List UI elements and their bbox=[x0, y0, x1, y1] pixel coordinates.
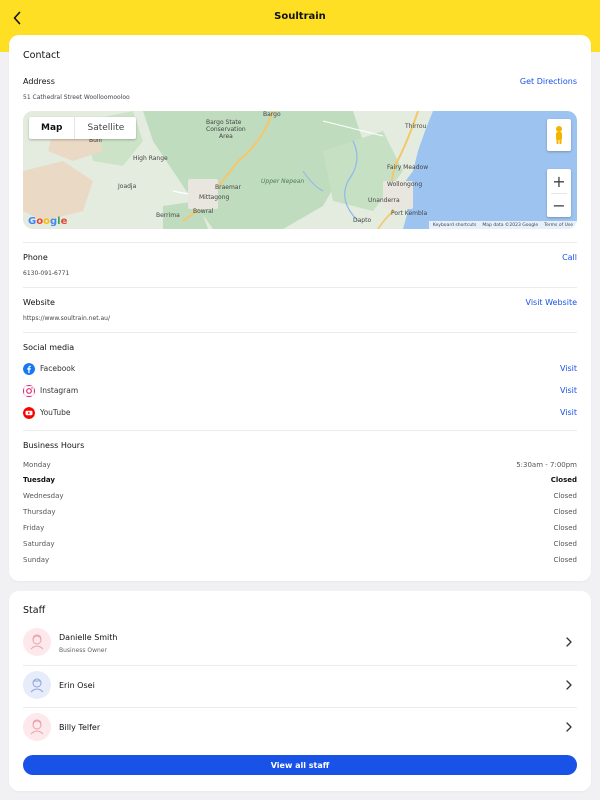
hours-day: Tuesday bbox=[23, 476, 55, 484]
map-place: Fairy Meadow bbox=[387, 164, 429, 171]
zoom-controls: + − bbox=[547, 169, 571, 217]
map-place: High Range bbox=[133, 155, 168, 162]
hours-value: Closed bbox=[550, 476, 577, 484]
divider bbox=[23, 332, 577, 333]
chevron-right-icon bbox=[566, 637, 572, 647]
zoom-out-button[interactable]: − bbox=[547, 193, 571, 217]
social-name-instagram: Instagram bbox=[40, 386, 79, 395]
hours-value: Closed bbox=[553, 508, 577, 516]
map-place: Area bbox=[219, 133, 233, 140]
user-female-icon bbox=[30, 634, 44, 650]
youtube-visit-link[interactable]: Visit bbox=[560, 408, 577, 417]
hours-value: Closed bbox=[553, 524, 577, 532]
facebook-visit-link[interactable]: Visit bbox=[560, 364, 577, 373]
staff-section-title: Staff bbox=[23, 605, 46, 616]
business-hours-label: Business Hours bbox=[23, 441, 85, 450]
avatar bbox=[23, 713, 51, 741]
map-place: Mittagong bbox=[199, 194, 230, 201]
street-view-button[interactable] bbox=[547, 119, 571, 151]
map-place: Port Kembla bbox=[391, 210, 428, 217]
map-tab-satellite[interactable]: Satellite bbox=[74, 117, 136, 139]
website-label: Website bbox=[23, 298, 55, 307]
hours-row: Thursday Closed bbox=[23, 508, 577, 520]
map-place: Thirrou bbox=[405, 123, 427, 130]
youtube-icon bbox=[23, 407, 35, 419]
hours-row: Saturday Closed bbox=[23, 540, 577, 552]
hours-day: Saturday bbox=[23, 540, 55, 548]
map-type-toggle: Map Satellite bbox=[29, 117, 137, 139]
staff-row[interactable]: Danielle Smith Business Owner bbox=[23, 622, 577, 664]
terms-link[interactable]: Terms of Use bbox=[544, 223, 573, 228]
map-place: Bargo bbox=[263, 111, 281, 118]
map-place: Wollongong bbox=[387, 181, 423, 188]
instagram-icon bbox=[23, 385, 35, 397]
staff-role: Business Owner bbox=[59, 647, 107, 654]
divider bbox=[23, 287, 577, 288]
hours-day: Monday bbox=[23, 461, 51, 469]
pegman-icon bbox=[556, 126, 562, 144]
staff-name: Erin Osei bbox=[59, 681, 95, 690]
instagram-visit-link[interactable]: Visit bbox=[560, 386, 577, 395]
social-name-facebook: Facebook bbox=[40, 364, 76, 373]
divider bbox=[23, 242, 577, 243]
map-place: Joadja bbox=[118, 183, 137, 190]
staff-row[interactable]: Erin Osei bbox=[23, 665, 577, 707]
map-place: Dapto bbox=[353, 217, 372, 224]
hours-day: Friday bbox=[23, 524, 45, 532]
staff-name: Danielle Smith bbox=[59, 633, 118, 642]
page-title: Soultrain bbox=[274, 11, 326, 22]
staff-card: Staff Danielle Smith Business Owner Erin… bbox=[9, 591, 591, 791]
map-place: Berrima bbox=[156, 212, 180, 219]
user-male-icon bbox=[30, 678, 44, 693]
social-media-label: Social media bbox=[23, 343, 75, 352]
user-female-icon bbox=[30, 719, 44, 735]
map-place: Conservation bbox=[206, 126, 246, 133]
map-place: Bargo State bbox=[206, 119, 242, 126]
hours-row: Monday 5:30am - 7:00pm bbox=[23, 461, 577, 473]
phone-label: Phone bbox=[23, 253, 48, 262]
hours-value: Closed bbox=[553, 540, 577, 548]
hours-day: Wednesday bbox=[23, 492, 64, 500]
website-value: https://www.soultrain.net.au/ bbox=[23, 315, 110, 322]
hours-day: Sunday bbox=[23, 556, 50, 564]
hours-row-today: Tuesday Closed bbox=[23, 476, 577, 488]
map-place: Upper Nepean bbox=[261, 178, 305, 185]
call-link[interactable]: Call bbox=[562, 253, 577, 262]
avatar bbox=[23, 671, 51, 699]
google-logo: Google bbox=[28, 216, 68, 227]
map-place: Unanderra bbox=[368, 197, 400, 204]
phone-value: 6130-091-6771 bbox=[23, 270, 70, 277]
view-all-staff-button[interactable]: View all staff bbox=[23, 755, 577, 775]
divider bbox=[23, 430, 577, 431]
location-map[interactable]: Bargo State Conservation Area Bargo Thir… bbox=[23, 111, 577, 229]
avatar bbox=[23, 628, 51, 656]
chevron-right-icon bbox=[566, 722, 572, 732]
address-value: 51 Cathedral Street Woolloomooloo bbox=[23, 94, 130, 101]
facebook-icon bbox=[23, 363, 35, 375]
chevron-right-icon bbox=[566, 680, 572, 690]
staff-row[interactable]: Billy Telfer bbox=[23, 707, 577, 749]
hours-row: Wednesday Closed bbox=[23, 492, 577, 504]
keyboard-shortcuts-link[interactable]: Keyboard shortcuts bbox=[433, 223, 477, 228]
map-attribution: Keyboard shortcuts Map data ©2023 Google… bbox=[428, 221, 577, 229]
social-name-youtube: YouTube bbox=[40, 408, 71, 417]
visit-website-link[interactable]: Visit Website bbox=[526, 298, 577, 307]
hours-row: Friday Closed bbox=[23, 524, 577, 536]
hours-day: Thursday bbox=[23, 508, 56, 516]
map-place: Braemar bbox=[215, 184, 241, 191]
staff-name: Billy Telfer bbox=[59, 723, 101, 732]
map-tab-map[interactable]: Map bbox=[29, 117, 74, 139]
hours-row: Sunday Closed bbox=[23, 556, 577, 568]
address-label: Address bbox=[23, 77, 55, 86]
map-place: Bowral bbox=[193, 208, 214, 215]
hours-value: 5:30am - 7:00pm bbox=[516, 461, 577, 469]
contact-section-title: Contact bbox=[23, 50, 60, 61]
hours-value: Closed bbox=[553, 492, 577, 500]
contact-card: Contact Address Get Directions 51 Cathed… bbox=[9, 35, 591, 581]
hours-value: Closed bbox=[553, 556, 577, 564]
map-data-text: Map data ©2023 Google bbox=[482, 222, 539, 228]
get-directions-link[interactable]: Get Directions bbox=[520, 77, 577, 86]
zoom-in-button[interactable]: + bbox=[547, 169, 571, 193]
